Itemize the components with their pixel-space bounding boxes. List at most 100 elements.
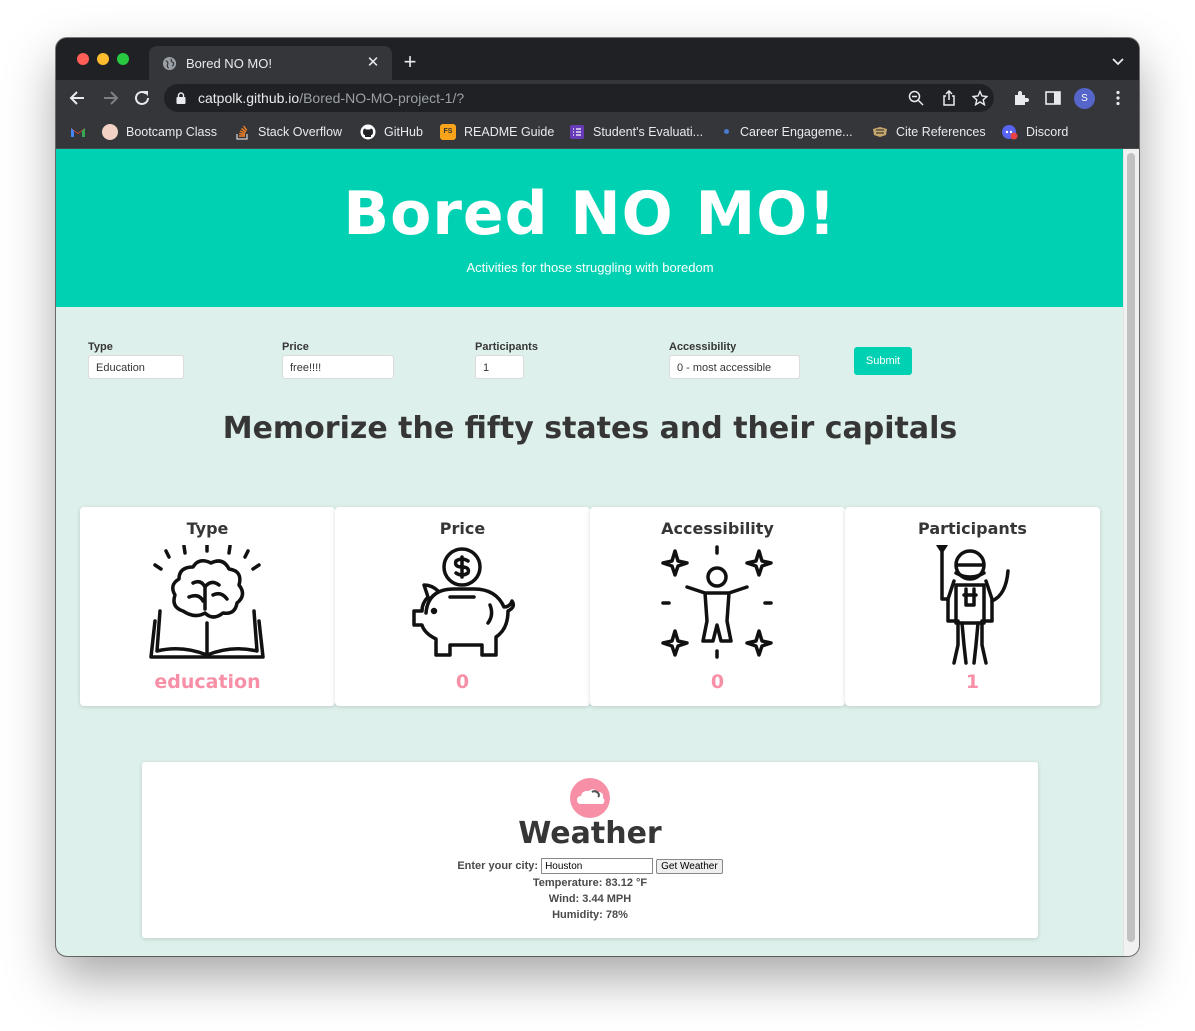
type-card: Type education bbox=[80, 507, 335, 706]
bookmarks-bar: Bootcamp Class Stack Overflow GitHub FS … bbox=[56, 116, 1139, 149]
brain-book-icon bbox=[149, 545, 265, 659]
tab-strip: Bored NO MO! ✕ + bbox=[56, 38, 1139, 80]
url-path: /Bored-NO-MO-project-1/? bbox=[299, 90, 465, 106]
bookmark-readme-guide[interactable]: FS README Guide bbox=[440, 122, 554, 142]
share-icon[interactable] bbox=[941, 90, 957, 106]
city-label: Enter your city: bbox=[457, 859, 539, 872]
type-filter: Type Education bbox=[88, 341, 184, 379]
submit-button[interactable]: Submit bbox=[854, 347, 912, 375]
participants-label: Participants bbox=[475, 341, 538, 353]
readme-icon: FS bbox=[440, 124, 456, 140]
card-value: 0 bbox=[710, 671, 725, 693]
url-host: catpolk.github.io bbox=[198, 90, 300, 106]
extensions-puzzle-icon[interactable] bbox=[1012, 89, 1030, 107]
card-title: Price bbox=[439, 519, 486, 538]
gmail-icon bbox=[71, 128, 85, 137]
sparkle-person-icon bbox=[661, 545, 773, 659]
piggy-bank-icon bbox=[412, 547, 516, 657]
bookmark-label: Career Engageme... bbox=[740, 125, 853, 139]
type-select[interactable]: Education bbox=[88, 355, 184, 379]
github-icon bbox=[360, 124, 376, 140]
bookmark-label: Cite References bbox=[896, 125, 986, 139]
bookmark-discord[interactable]: Discord bbox=[1002, 122, 1068, 142]
side-panel-icon[interactable] bbox=[1044, 89, 1062, 107]
bookmark-label: GitHub bbox=[384, 125, 423, 139]
card-value: 1 bbox=[965, 671, 980, 693]
scrollbar-thumb[interactable] bbox=[1127, 153, 1135, 942]
bookmark-cite-references[interactable]: Cite References bbox=[872, 122, 986, 142]
tab-search-chevron-icon[interactable] bbox=[1111, 54, 1125, 68]
page-title: Bored NO MO! bbox=[343, 179, 837, 249]
participants-card: Participants 1 bbox=[845, 507, 1100, 706]
activity-cards: Type education Price 0 Accessibility 0 P… bbox=[80, 507, 1100, 707]
bookmark-label: Bootcamp Class bbox=[126, 125, 218, 139]
card-title: Participants bbox=[918, 519, 1027, 538]
profile-avatar[interactable]: S bbox=[1074, 88, 1095, 109]
url-text: catpolk.github.io/Bored-NO-MO-project-1/… bbox=[198, 90, 464, 106]
card-value: education bbox=[154, 671, 261, 693]
tab-title: Bored NO MO! bbox=[186, 55, 272, 71]
forms-icon bbox=[570, 125, 584, 139]
new-tab-button[interactable]: + bbox=[400, 51, 420, 73]
back-arrow-icon[interactable] bbox=[68, 88, 88, 108]
vertical-scrollbar[interactable] bbox=[1123, 149, 1139, 956]
accessibility-filter: Accessibility 0 - most accessible bbox=[669, 341, 800, 379]
bookmark-bootcamp-class[interactable]: Bootcamp Class bbox=[102, 122, 217, 142]
bootcamp-icon bbox=[102, 124, 118, 140]
active-tab[interactable]: Bored NO MO! ✕ bbox=[149, 46, 392, 80]
address-bar[interactable]: catpolk.github.io/Bored-NO-MO-project-1/… bbox=[164, 84, 994, 112]
type-label: Type bbox=[88, 341, 113, 353]
humidity-text: Humidity: 78% bbox=[552, 909, 628, 921]
weather-panel: Weather Enter your city: Get Weather Tem… bbox=[142, 762, 1038, 938]
accessibility-select[interactable]: 0 - most accessible bbox=[669, 355, 800, 379]
activity-title: Memorize the fifty states and their capi… bbox=[222, 411, 958, 446]
minimize-window-button[interactable] bbox=[97, 53, 109, 65]
close-window-button[interactable] bbox=[77, 53, 89, 65]
browser-window: Bored NO MO! ✕ + catpolk.github.io/Bored… bbox=[56, 38, 1139, 956]
window-controls bbox=[77, 53, 129, 65]
participants-filter: Participants 1 bbox=[475, 341, 538, 379]
hero-banner: Bored NO MO! Activities for those strugg… bbox=[56, 149, 1124, 307]
weather-badge bbox=[570, 778, 610, 818]
page-subtitle: Activities for those struggling with bor… bbox=[466, 260, 714, 275]
wind-text: Wind: 3.44 MPH bbox=[548, 893, 632, 905]
cite-icon bbox=[873, 127, 887, 137]
participants-input[interactable]: 1 bbox=[475, 355, 524, 379]
more-menu-icon[interactable] bbox=[1109, 89, 1127, 107]
bookmark-label: Student's Evaluati... bbox=[593, 125, 704, 139]
bookmark-label: README Guide bbox=[464, 125, 555, 139]
bookmark-label: Discord bbox=[1026, 125, 1069, 139]
bookmark-stack-overflow[interactable]: Stack Overflow bbox=[234, 122, 342, 142]
price-select[interactable]: free!!!! bbox=[282, 355, 394, 379]
accessibility-card: Accessibility 0 bbox=[590, 507, 845, 706]
city-input[interactable] bbox=[541, 858, 654, 874]
card-title: Type bbox=[186, 519, 229, 538]
temperature-text: Temperature: 83.12 °F bbox=[532, 877, 648, 889]
globe-icon bbox=[162, 56, 177, 70]
price-label: Price bbox=[282, 341, 309, 353]
bookmark-career-engagement[interactable]: Career Engageme... bbox=[722, 122, 853, 142]
accessibility-label: Accessibility bbox=[669, 341, 737, 353]
tab-close-icon[interactable]: ✕ bbox=[365, 55, 381, 71]
bookmark-label: Stack Overflow bbox=[258, 125, 343, 139]
bookmark-star-icon[interactable] bbox=[972, 90, 988, 106]
reload-icon[interactable] bbox=[132, 88, 152, 108]
page-viewport: Bored NO MO! Activities for those strugg… bbox=[56, 149, 1139, 956]
lock-icon[interactable] bbox=[176, 92, 186, 104]
astronaut-icon bbox=[936, 545, 1010, 665]
bookmark-student-evaluation[interactable]: Student's Evaluati... bbox=[569, 122, 703, 142]
forward-arrow-icon[interactable] bbox=[100, 88, 120, 108]
maximize-window-button[interactable] bbox=[117, 53, 129, 65]
weather-title: Weather bbox=[518, 816, 662, 851]
price-card: Price 0 bbox=[335, 507, 590, 706]
bookmark-github[interactable]: GitHub bbox=[360, 122, 423, 142]
card-title: Accessibility bbox=[661, 519, 774, 538]
browser-toolbar: catpolk.github.io/Bored-NO-MO-project-1/… bbox=[56, 80, 1139, 116]
city-row: Enter your city: Get Weather bbox=[142, 858, 1038, 874]
card-value: 0 bbox=[455, 671, 470, 693]
zoom-out-icon[interactable] bbox=[908, 90, 924, 106]
career-icon bbox=[722, 124, 732, 140]
price-filter: Price free!!!! bbox=[282, 341, 394, 379]
bookmark-gmail[interactable] bbox=[70, 122, 94, 142]
get-weather-button[interactable]: Get Weather bbox=[656, 858, 723, 874]
